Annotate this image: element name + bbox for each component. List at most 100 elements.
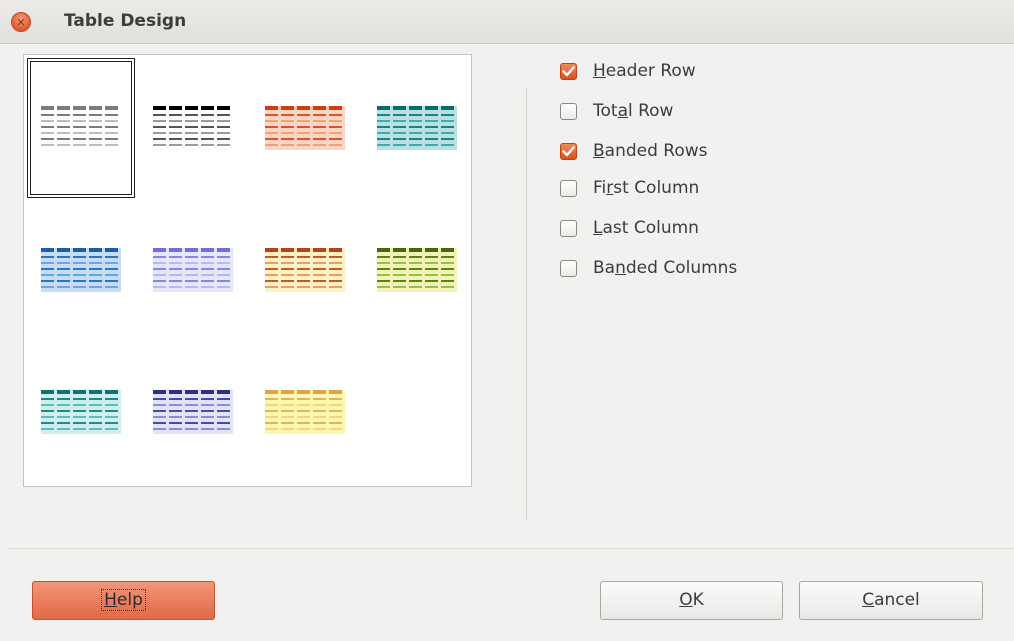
thumbnail-cell-line (265, 404, 278, 406)
thumbnail-cell-line (73, 268, 86, 270)
thumbnail-cell-line (329, 286, 342, 288)
thumbnail-cell-line (89, 106, 102, 110)
thumbnail-cell-line (201, 410, 214, 412)
thumbnail-cell-line (377, 248, 390, 252)
option-header-row[interactable]: Header Row (560, 59, 696, 83)
thumbnail-cell-line (41, 114, 54, 116)
thumbnail-cell-line (57, 428, 70, 430)
thumbnail-cell-line (201, 428, 214, 430)
thumbnail-cell-line (441, 138, 454, 140)
thumbnail-cell-line (185, 106, 198, 110)
thumbnail-cell-line (41, 286, 54, 288)
thumbnail-cell-line (265, 120, 278, 122)
table-style-lavender[interactable] (139, 200, 247, 340)
table-style-gallery (23, 54, 472, 487)
thumbnail-cell-line (425, 268, 438, 270)
table-style-thumbnail-icon (377, 248, 457, 292)
option-banded-rows[interactable]: Banded Rows (560, 139, 708, 163)
thumbnail-cell-line (105, 404, 118, 406)
table-style-black-header[interactable] (139, 58, 247, 198)
table-style-orange[interactable] (251, 58, 359, 198)
thumbnail-cell-line (329, 132, 342, 134)
thumbnail-cell-line (329, 248, 342, 252)
thumbnail-cell-line (313, 248, 326, 252)
table-style-indigo[interactable] (139, 342, 247, 482)
thumbnail-cell-line (89, 256, 102, 258)
vertical-divider (526, 88, 527, 520)
thumbnail-cell-line (217, 280, 230, 282)
thumbnail-cell-line (185, 262, 198, 264)
cancel-button[interactable]: Cancel (799, 581, 983, 620)
thumbnail-cell-line (297, 410, 310, 412)
thumbnail-cell-line (441, 126, 454, 128)
table-style-thumbnail-icon (41, 390, 121, 434)
table-style-rust-yellow[interactable] (251, 200, 359, 340)
help-button[interactable]: Help (32, 581, 215, 620)
table-style-teal[interactable] (363, 58, 471, 198)
table-style-default[interactable] (27, 58, 135, 198)
table-style-gold[interactable] (251, 342, 359, 482)
thumbnail-cell-line (57, 114, 70, 116)
thumbnail-cell-line (185, 422, 198, 424)
thumbnail-cell-line (105, 144, 118, 146)
thumbnail-cell-line (409, 144, 422, 146)
table-style-thumbnail-icon (153, 106, 233, 150)
thumbnail-cell-line (41, 398, 54, 400)
total-row-checkbox[interactable] (560, 102, 577, 120)
thumbnail-cell-line (169, 138, 182, 140)
thumbnail-cell-line (105, 120, 118, 122)
thumbnail-cell-line (217, 138, 230, 140)
banded-columns-checkbox[interactable] (560, 259, 577, 277)
thumbnail-cell-line (393, 132, 406, 134)
thumbnail-cell-line (393, 114, 406, 116)
thumbnail-cell-line (393, 126, 406, 128)
option-first-column[interactable]: First Column (560, 176, 699, 200)
thumbnail-cell-line (313, 268, 326, 270)
table-style-olive[interactable] (363, 200, 471, 340)
thumbnail-cell-line (297, 268, 310, 270)
option-banded-columns[interactable]: Banded Columns (560, 256, 737, 280)
option-last-column[interactable]: Last Column (560, 216, 699, 240)
thumbnail-cell-line (73, 274, 86, 276)
thumbnail-cell-line (425, 262, 438, 264)
thumbnail-cell-line (329, 422, 342, 424)
thumbnail-cell-line (169, 256, 182, 258)
thumbnail-cell-line (441, 106, 454, 110)
table-style-thumbnail-icon (41, 106, 121, 150)
close-icon[interactable]: × (11, 12, 31, 32)
thumbnail-cell-line (89, 262, 102, 264)
thumbnail-cell-line (185, 286, 198, 288)
title-bar: × Table Design (0, 0, 1014, 44)
thumbnail-cell-line (153, 268, 166, 270)
thumbnail-cell-line (201, 274, 214, 276)
thumbnail-cell-line (265, 286, 278, 288)
table-style-thumbnail-icon (153, 248, 233, 292)
thumbnail-cell-line (377, 262, 390, 264)
thumbnail-cell-line (201, 280, 214, 282)
thumbnail-cell-line (297, 398, 310, 400)
thumbnail-cell-line (217, 398, 230, 400)
banded-rows-label: Banded Rows (593, 141, 708, 161)
thumbnail-cell-line (89, 144, 102, 146)
table-style-sea-green[interactable] (27, 342, 135, 482)
thumbnail-cell-line (201, 398, 214, 400)
option-total-row[interactable]: Total Row (560, 99, 673, 123)
first-column-checkbox[interactable] (560, 179, 577, 197)
thumbnail-cell-line (441, 248, 454, 252)
thumbnail-cell-line (57, 120, 70, 122)
thumbnail-cell-line (217, 126, 230, 128)
thumbnail-cell-line (217, 410, 230, 412)
thumbnail-cell-line (57, 390, 70, 394)
banded-rows-checkbox[interactable] (560, 142, 577, 160)
header-row-checkbox[interactable] (560, 62, 577, 80)
thumbnail-cell-line (153, 280, 166, 282)
thumbnail-cell-line (73, 114, 86, 116)
thumbnail-cell-line (57, 280, 70, 282)
thumbnail-cell-line (313, 286, 326, 288)
thumbnail-cell-line (329, 126, 342, 128)
ok-button[interactable]: OK (600, 581, 783, 620)
table-style-blue[interactable] (27, 200, 135, 340)
last-column-checkbox[interactable] (560, 219, 577, 237)
thumbnail-cell-line (185, 132, 198, 134)
thumbnail-cell-line (265, 428, 278, 430)
